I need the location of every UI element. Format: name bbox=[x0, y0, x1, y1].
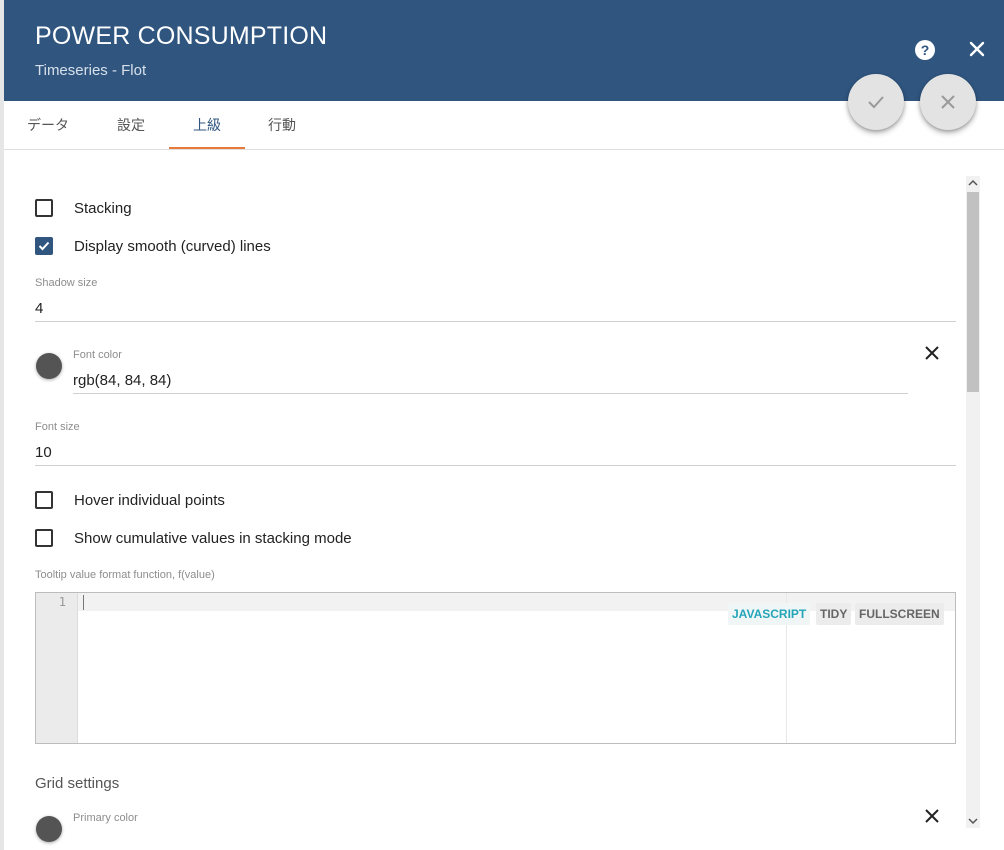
vertical-scrollbar[interactable] bbox=[966, 176, 980, 828]
shadow-size-input[interactable]: 4 bbox=[35, 300, 43, 317]
scroll-down-arrow-icon[interactable] bbox=[966, 814, 980, 828]
tab-bar: データ 設定 上級 行動 bbox=[4, 101, 1004, 150]
shadow-size-underline bbox=[35, 321, 956, 322]
smooth-lines-checkbox[interactable] bbox=[35, 237, 53, 255]
tidy-button[interactable]: TIDY bbox=[816, 603, 852, 625]
grid-settings-title: Grid settings bbox=[35, 775, 120, 792]
clear-primary-color-icon[interactable] bbox=[923, 807, 941, 825]
help-icon[interactable]: ? bbox=[915, 40, 935, 60]
checkmark-icon bbox=[38, 241, 50, 251]
tooltip-format-label: Tooltip value format function, f(value) bbox=[35, 569, 215, 581]
hover-individual-checkbox[interactable] bbox=[35, 491, 53, 509]
scrollbar-thumb[interactable] bbox=[967, 192, 979, 392]
shadow-size-label: Shadow size bbox=[35, 277, 98, 289]
font-color-input[interactable]: rgb(84, 84, 84) bbox=[73, 372, 171, 389]
editor-gutter: 1 bbox=[36, 593, 78, 743]
dialog-title: POWER CONSUMPTION bbox=[35, 22, 328, 50]
text-cursor bbox=[83, 595, 84, 610]
stacking-row: Stacking bbox=[35, 196, 132, 220]
tooltip-format-editor[interactable]: 1 JAVASCRIPT TIDY FULLSCREEN bbox=[35, 592, 956, 744]
javascript-mode-button[interactable]: JAVASCRIPT bbox=[728, 603, 811, 625]
hover-individual-label: Hover individual points bbox=[74, 491, 225, 509]
tab-settings[interactable]: 設定 bbox=[95, 101, 167, 149]
smooth-lines-label: Display smooth (curved) lines bbox=[74, 237, 271, 255]
font-color-label: Font color bbox=[73, 349, 122, 361]
hover-individual-row: Hover individual points bbox=[35, 488, 225, 512]
advanced-settings-panel: Stacking Display smooth (curved) lines S… bbox=[4, 150, 1004, 850]
smooth-lines-row: Display smooth (curved) lines bbox=[35, 234, 271, 258]
close-icon[interactable] bbox=[966, 38, 988, 60]
font-size-label: Font size bbox=[35, 421, 80, 433]
show-cumulative-label: Show cumulative values in stacking mode bbox=[74, 529, 352, 547]
show-cumulative-checkbox[interactable] bbox=[35, 529, 53, 547]
font-size-input[interactable]: 10 bbox=[35, 444, 52, 461]
tab-advanced[interactable]: 上級 bbox=[169, 101, 245, 149]
stacking-checkbox[interactable] bbox=[35, 199, 53, 217]
fullscreen-button[interactable]: FULLSCREEN bbox=[855, 603, 944, 625]
tab-data[interactable]: データ bbox=[8, 101, 88, 149]
stacking-label: Stacking bbox=[74, 199, 132, 217]
font-color-swatch[interactable] bbox=[36, 353, 62, 379]
tab-actions[interactable]: 行動 bbox=[247, 101, 317, 149]
clear-font-color-icon[interactable] bbox=[923, 344, 941, 362]
primary-color-swatch[interactable] bbox=[36, 816, 62, 842]
dialog-subtitle: Timeseries - Flot bbox=[35, 62, 147, 79]
font-color-underline bbox=[73, 393, 908, 394]
show-cumulative-row: Show cumulative values in stacking mode bbox=[35, 526, 352, 550]
scroll-up-arrow-icon[interactable] bbox=[966, 176, 980, 190]
font-size-underline bbox=[35, 465, 956, 466]
primary-color-label: Primary color bbox=[73, 812, 138, 824]
line-number: 1 bbox=[58, 595, 66, 609]
